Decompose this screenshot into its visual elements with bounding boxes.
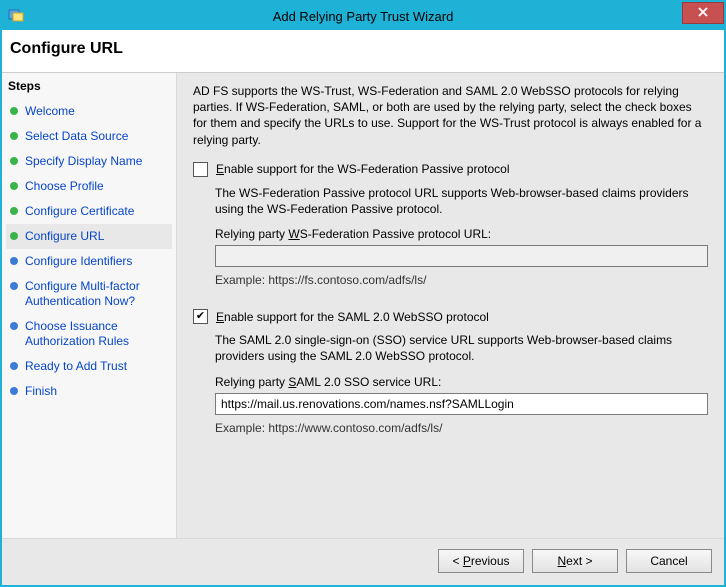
- previous-button[interactable]: < Previous: [438, 549, 524, 573]
- step-bullet-icon: [10, 362, 18, 370]
- close-button[interactable]: [682, 2, 724, 24]
- step-label: Choose Profile: [25, 179, 104, 194]
- saml-checkbox-label[interactable]: EEnable support for the SAML 2.0 WebSSO …: [216, 310, 489, 324]
- saml-checkbox[interactable]: ✔: [193, 309, 208, 324]
- step-label: Configure Identifiers: [25, 254, 132, 269]
- content-pane: AD FS supports the WS-Trust, WS-Federati…: [177, 73, 724, 538]
- steps-pane: Steps Welcome Select Data Source Specify D…: [2, 73, 177, 538]
- step-item[interactable]: Choose Profile: [6, 174, 172, 199]
- step-label: Configure Multi-factor Authentication No…: [25, 279, 170, 309]
- intro-text: AD FS supports the WS-Trust, WS-Federati…: [193, 83, 708, 148]
- step-label: Choose Issuance Authorization Rules: [25, 319, 170, 349]
- step-label: Specify Display Name: [25, 154, 142, 169]
- step-bullet-icon: [10, 282, 18, 290]
- step-bullet-icon: [10, 257, 18, 265]
- step-item[interactable]: Finish: [6, 379, 172, 404]
- body: Steps Welcome Select Data Source Specify D…: [2, 73, 724, 538]
- app-icon: [8, 7, 24, 23]
- step-bullet-icon: [10, 207, 18, 215]
- step-item[interactable]: Configure Certificate: [6, 199, 172, 224]
- step-label: Finish: [25, 384, 57, 399]
- steps-list: Welcome Select Data Source Specify Display…: [6, 99, 172, 404]
- step-item[interactable]: Welcome: [6, 99, 172, 124]
- page-header: Configure URL: [2, 30, 724, 73]
- step-bullet-icon: [10, 387, 18, 395]
- step-bullet-icon: [10, 157, 18, 165]
- step-bullet-icon: [10, 132, 18, 140]
- saml-url-input[interactable]: [215, 393, 708, 415]
- next-button[interactable]: Next >: [532, 549, 618, 573]
- close-icon: [698, 6, 708, 20]
- wsfed-example: Example: https://fs.contoso.com/adfs/ls/: [215, 273, 708, 287]
- wsfed-checkbox-label[interactable]: EEnable support for the WS-Federation Pa…: [216, 162, 510, 176]
- step-label: Select Data Source: [25, 129, 128, 144]
- step-item[interactable]: Configure Identifiers: [6, 249, 172, 274]
- saml-description: The SAML 2.0 single-sign-on (SSO) servic…: [215, 332, 708, 364]
- wsfed-description: The WS-Federation Passive protocol URL s…: [215, 185, 708, 217]
- step-bullet-icon: [10, 182, 18, 190]
- step-label: Ready to Add Trust: [25, 359, 127, 374]
- saml-section: ✔ EEnable support for the SAML 2.0 WebSS…: [193, 309, 708, 434]
- step-item[interactable]: Configure URL: [6, 224, 172, 249]
- saml-example: Example: https://www.contoso.com/adfs/ls…: [215, 421, 708, 435]
- footer: < Previous Next > Cancel: [2, 538, 724, 585]
- step-label: Welcome: [25, 104, 75, 119]
- wsfed-checkbox[interactable]: [193, 162, 208, 177]
- step-item[interactable]: Ready to Add Trust: [6, 354, 172, 379]
- saml-url-label: Relying party SAML 2.0 SSO service URL:: [215, 375, 708, 389]
- step-label: Configure URL: [25, 229, 104, 244]
- step-bullet-icon: [10, 107, 18, 115]
- cancel-button[interactable]: Cancel: [626, 549, 712, 573]
- window-title: Add Relying Party Trust Wizard: [273, 9, 454, 24]
- page-title: Configure URL: [10, 40, 716, 58]
- wsfed-url-input[interactable]: [215, 245, 708, 267]
- wsfed-url-label: Relying party WS-Federation Passive prot…: [215, 227, 708, 241]
- step-item[interactable]: Configure Multi-factor Authentication No…: [6, 274, 172, 314]
- step-bullet-icon: [10, 232, 18, 240]
- step-label: Configure Certificate: [25, 204, 134, 219]
- step-bullet-icon: [10, 322, 18, 330]
- titlebar: Add Relying Party Trust Wizard: [2, 2, 724, 30]
- wsfed-section: EEnable support for the WS-Federation Pa…: [193, 162, 708, 287]
- step-item[interactable]: Specify Display Name: [6, 149, 172, 174]
- step-item[interactable]: Choose Issuance Authorization Rules: [6, 314, 172, 354]
- step-item[interactable]: Select Data Source: [6, 124, 172, 149]
- steps-heading: Steps: [6, 77, 172, 99]
- wizard-window: Add Relying Party Trust Wizard Configure…: [0, 0, 726, 587]
